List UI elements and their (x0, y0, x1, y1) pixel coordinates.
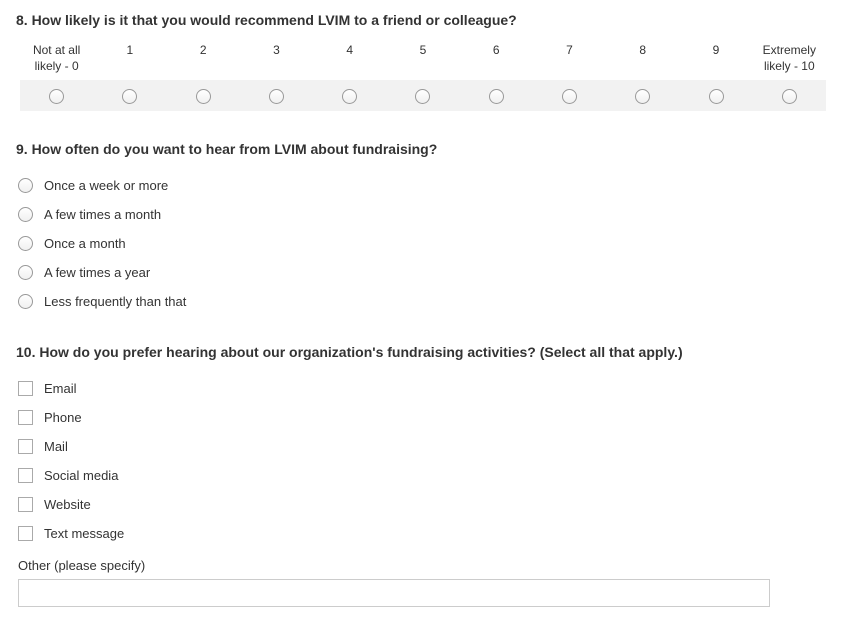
checkbox-icon[interactable] (18, 468, 33, 483)
q8-radio-6[interactable] (489, 89, 504, 104)
q8-scale-row (20, 80, 826, 110)
q8-scale-label: 8 (606, 42, 679, 74)
q10-option-label: Email (44, 381, 77, 396)
q10-option-label: Mail (44, 439, 68, 454)
radio-icon[interactable] (18, 207, 33, 222)
q8-scale-label: 2 (167, 42, 240, 74)
q10-title: 10. How do you prefer hearing about our … (16, 344, 826, 360)
q9-option-row[interactable]: Less frequently than that (16, 287, 826, 316)
q9-option-row[interactable]: A few times a year (16, 258, 826, 287)
q9-option-label: Less frequently than that (44, 294, 186, 309)
q8-radio-7[interactable] (562, 89, 577, 104)
q8-radio-1[interactable] (122, 89, 137, 104)
q8-scale-label: 1 (93, 42, 166, 74)
q8-scale-header: Not at all likely - 0 1 2 3 4 5 6 7 8 9 … (20, 42, 826, 80)
q8-scale-label: 3 (240, 42, 313, 74)
q9-option-row[interactable]: A few times a month (16, 200, 826, 229)
q8-scale-label: Not at all likely - 0 (20, 42, 93, 74)
checkbox-icon[interactable] (18, 410, 33, 425)
checkbox-icon[interactable] (18, 439, 33, 454)
q8-title: 8. How likely is it that you would recom… (16, 12, 826, 28)
q10-option-label: Phone (44, 410, 82, 425)
q8-scale-label: 9 (679, 42, 752, 74)
q8-radio-9[interactable] (709, 89, 724, 104)
q10-option-row[interactable]: Email (16, 374, 826, 403)
q9-title: 9. How often do you want to hear from LV… (16, 141, 826, 157)
radio-icon[interactable] (18, 236, 33, 251)
q8-radio-5[interactable] (415, 89, 430, 104)
q8-scale-label: 4 (313, 42, 386, 74)
q9-option-row[interactable]: Once a month (16, 229, 826, 258)
q10-option-label: Website (44, 497, 91, 512)
q10-other-label: Other (please specify) (18, 558, 826, 573)
q9-option-row[interactable]: Once a week or more (16, 171, 826, 200)
q8-scale-label: 6 (460, 42, 533, 74)
q8-radio-3[interactable] (269, 89, 284, 104)
q10-option-row[interactable]: Social media (16, 461, 826, 490)
q10-options: Email Phone Mail Social media Website Te… (16, 374, 826, 548)
radio-icon[interactable] (18, 294, 33, 309)
q9-option-label: A few times a month (44, 207, 161, 222)
q10-option-label: Social media (44, 468, 118, 483)
q10-option-row[interactable]: Text message (16, 519, 826, 548)
q8-scale-label: Extremely likely - 10 (753, 42, 826, 74)
q10-option-label: Text message (44, 526, 124, 541)
q9-option-label: Once a month (44, 236, 126, 251)
q10-other-input[interactable] (18, 579, 770, 607)
q9-option-label: Once a week or more (44, 178, 168, 193)
radio-icon[interactable] (18, 178, 33, 193)
q8-radio-4[interactable] (342, 89, 357, 104)
q10-option-row[interactable]: Website (16, 490, 826, 519)
q10-option-row[interactable]: Mail (16, 432, 826, 461)
q8-radio-2[interactable] (196, 89, 211, 104)
radio-icon[interactable] (18, 265, 33, 280)
q8-radio-10[interactable] (782, 89, 797, 104)
q10-option-row[interactable]: Phone (16, 403, 826, 432)
q9-option-label: A few times a year (44, 265, 150, 280)
q8-radio-0[interactable] (49, 89, 64, 104)
q8-scale-label: 7 (533, 42, 606, 74)
checkbox-icon[interactable] (18, 381, 33, 396)
q8-scale-label: 5 (386, 42, 459, 74)
q8-scale: Not at all likely - 0 1 2 3 4 5 6 7 8 9 … (20, 42, 826, 111)
q8-radio-8[interactable] (635, 89, 650, 104)
checkbox-icon[interactable] (18, 526, 33, 541)
q9-options: Once a week or more A few times a month … (16, 171, 826, 316)
checkbox-icon[interactable] (18, 497, 33, 512)
